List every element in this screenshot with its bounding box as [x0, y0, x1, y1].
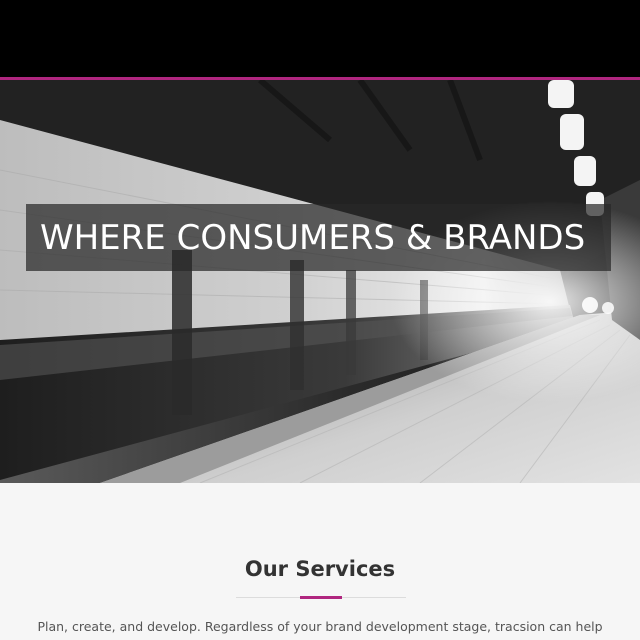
- hero-section: WHERE CONSUMERS & BRANDS: [0, 80, 640, 483]
- page: WHERE CONSUMERS & BRANDS Our Services Pl…: [0, 0, 640, 640]
- hero-title: WHERE CONSUMERS & BRANDS: [40, 217, 586, 258]
- services-section: Our Services Plan, create, and develop. …: [0, 483, 640, 640]
- subway-platform-photo: [0, 80, 640, 483]
- services-title: Our Services: [244, 557, 396, 581]
- services-description: Plan, create, and develop. Regardless of…: [37, 619, 603, 634]
- section-divider-accent: [300, 596, 342, 599]
- top-navigation-bar: [0, 0, 640, 77]
- hero-banner: WHERE CONSUMERS & BRANDS: [26, 204, 611, 271]
